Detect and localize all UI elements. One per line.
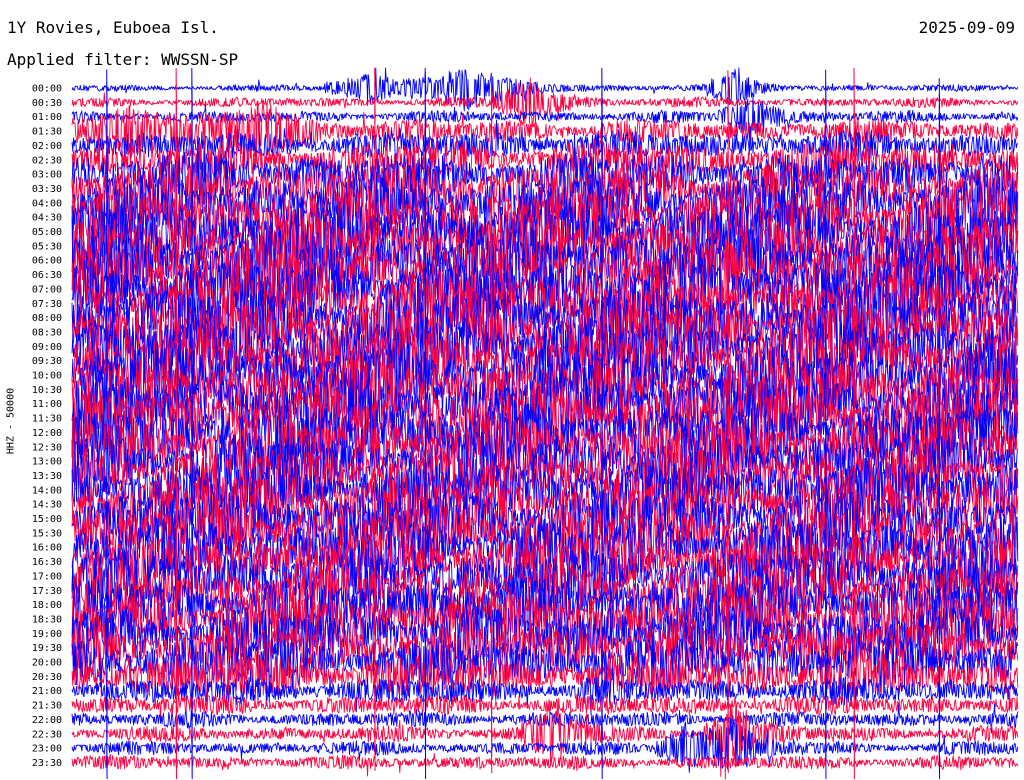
time-label-0500: 05:00	[32, 227, 62, 238]
time-label-2130: 21:30	[32, 701, 62, 712]
time-label-1800: 18:00	[32, 600, 62, 611]
time-label-1400: 14:00	[32, 485, 62, 496]
time-label-1000: 10:00	[32, 371, 62, 382]
time-label-1900: 19:00	[32, 629, 62, 640]
time-label-2200: 22:00	[32, 715, 62, 726]
time-labels: 00:00 00:30 01:00 01:30 02:00 02:30 03:00 03:30…	[32, 84, 62, 769]
helicorder-plot: 00:00 00:30 01:00 01:30 02:00 02:30 03:00 03:30…	[32, 67, 1019, 780]
time-label-0400: 04:00	[32, 198, 62, 209]
time-label-0230: 02:30	[32, 155, 62, 166]
seismogram-page: 1Y Rovies, Euboea Isl. 2025-09-09 Applie…	[0, 0, 1024, 780]
time-label-1100: 11:00	[32, 399, 62, 410]
time-label-2100: 21:00	[32, 686, 62, 697]
time-label-1830: 18:30	[32, 614, 62, 625]
time-label-0330: 03:30	[32, 184, 62, 195]
time-label-2000: 20:00	[32, 658, 62, 669]
time-label-0600: 06:00	[32, 256, 62, 267]
time-label-0800: 08:00	[32, 313, 62, 324]
time-label-1130: 11:30	[32, 414, 62, 425]
time-label-1230: 12:30	[32, 442, 62, 453]
time-label-0730: 07:30	[32, 299, 62, 310]
time-label-0200: 02:00	[32, 141, 62, 152]
time-label-1700: 17:00	[32, 571, 62, 582]
time-label-0030: 00:30	[32, 98, 62, 109]
time-label-1430: 14:30	[32, 500, 62, 511]
time-label-0000: 00:00	[32, 84, 62, 95]
time-label-1600: 16:00	[32, 543, 62, 554]
time-label-1330: 13:30	[32, 471, 62, 482]
time-label-0130: 01:30	[32, 127, 62, 138]
time-label-0100: 01:00	[32, 112, 62, 123]
time-label-1730: 17:30	[32, 586, 62, 597]
trace-layer	[71, 67, 1019, 780]
trace-0000	[71, 67, 1019, 112]
time-label-2330: 23:30	[32, 758, 62, 769]
time-label-1200: 12:00	[32, 428, 62, 439]
time-label-1630: 16:30	[32, 557, 62, 568]
time-label-0430: 04:30	[32, 213, 62, 224]
time-label-0900: 09:00	[32, 342, 62, 353]
time-label-1500: 15:00	[32, 514, 62, 525]
time-label-0830: 08:30	[32, 327, 62, 338]
time-label-2230: 22:30	[32, 729, 62, 740]
time-label-1300: 13:00	[32, 457, 62, 468]
time-label-0930: 09:30	[32, 356, 62, 367]
time-label-2030: 20:30	[32, 672, 62, 683]
time-label-2300: 23:00	[32, 744, 62, 755]
time-label-0530: 05:30	[32, 241, 62, 252]
time-label-0300: 03:00	[32, 170, 62, 181]
time-label-1030: 10:30	[32, 385, 62, 396]
time-label-1530: 15:30	[32, 528, 62, 539]
time-label-0630: 06:30	[32, 270, 62, 281]
time-label-0700: 07:00	[32, 284, 62, 295]
trace-2200	[71, 704, 1019, 734]
time-label-1930: 19:30	[32, 643, 62, 654]
trace-2330	[71, 753, 1019, 777]
